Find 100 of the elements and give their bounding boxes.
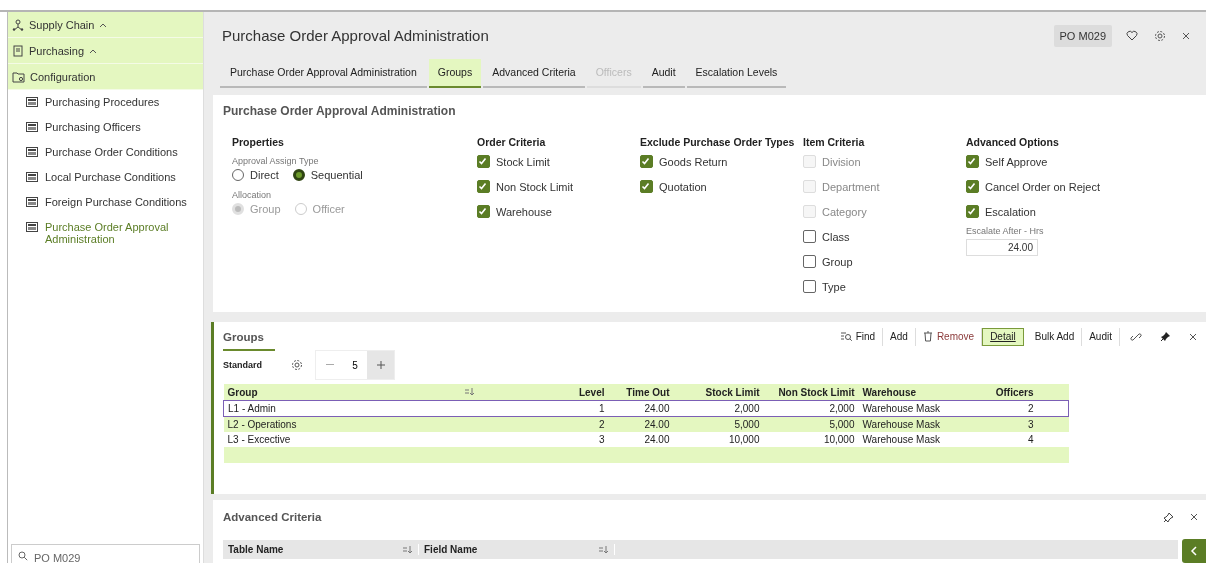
view-tab[interactable]: Standard [223,348,275,378]
check-icon [478,157,487,166]
settings-icon[interactable] [1154,29,1166,42]
panel-title: Groups [223,330,265,343]
heart-icon[interactable] [1126,30,1138,41]
settings-icon[interactable] [291,359,303,371]
toolbar-button[interactable]: Bulk Add [1027,327,1083,346]
sidebar-item[interactable]: Purchase Order Approval Administration [8,215,203,251]
column-header[interactable]: Group [227,386,258,398]
panel-title: Purchase Order Approval Administration [223,103,457,118]
close-icon[interactable] [1182,31,1190,40]
toolbar-button[interactable]: Add [883,327,916,346]
checkbox-label: Escalation [985,205,1036,218]
trash-icon [922,331,933,342]
tab[interactable]: Groups [428,59,482,88]
checkbox[interactable] [640,180,653,193]
network-icon [12,18,24,31]
sidebar-item[interactable]: Purchasing Procedures [8,90,203,115]
window-icon [26,197,38,207]
checkbox-label: Department [822,180,880,193]
find-icon [839,331,852,342]
record-code: PO M029 [1053,24,1112,47]
window-icon [26,222,38,232]
column-header[interactable]: Table Name [228,544,284,555]
checkbox[interactable] [803,280,816,293]
table-cell: L3 - Excective [223,432,479,447]
tab[interactable]: Purchase Order Approval Administration [220,59,427,88]
search-icon [18,551,28,561]
checkbox[interactable] [803,230,816,243]
sort-icon[interactable] [599,545,609,554]
table-cell: 24.00 [608,432,674,447]
window-icon [26,172,38,182]
section-heading: Item Criteria [803,136,866,148]
tab[interactable]: Advanced Criteria [483,59,585,88]
check-icon [478,182,487,191]
pin-icon[interactable] [1160,331,1171,342]
plus-icon [376,361,385,369]
table-cell: 10,000 [673,432,764,447]
checkbox[interactable] [966,155,979,168]
checkbox[interactable] [640,155,653,168]
radio-label: Sequential [310,169,363,181]
sidebar-item[interactable]: Purchase Order Conditions [8,140,203,165]
sidebar-item[interactable]: Purchasing Officers [8,115,203,140]
field-label: Approval Assign Type [232,156,320,166]
radio-button[interactable] [292,169,305,181]
table-cell: 10,000 [763,432,859,447]
table-cell: 1 [478,400,609,417]
check-icon [967,157,976,166]
radio-label: Direct [250,169,279,181]
table-cell: 4 [987,432,1038,447]
section-heading: Properties [232,136,285,148]
search-field[interactable]: PO M029 [11,544,200,563]
checkbox[interactable] [477,155,490,168]
sidebar-section[interactable]: Purchasing [8,38,203,64]
check-icon [967,207,976,216]
section-heading: Exclude Purchase Order Types [640,136,796,148]
toolbar-button[interactable]: Detail [982,327,1024,346]
checkbox[interactable] [966,180,979,193]
sidebar-item[interactable]: Local Purchase Conditions [8,165,203,190]
sort-icon[interactable] [464,388,475,396]
window-icon [26,147,38,157]
radio-label: Officer [312,203,345,215]
close-icon[interactable] [1190,513,1198,521]
checkbox-label: Stock Limit [496,155,550,168]
toolbar-button[interactable]: Find [832,327,884,346]
checkbox-label: Goods Return [659,155,728,168]
tab[interactable]: Escalation Levels [686,59,787,88]
section-heading: Advanced Options [966,136,1060,148]
page-title: Purchase Order Approval Administration [222,27,490,44]
checkbox[interactable] [477,205,490,218]
sort-icon[interactable] [403,545,413,554]
column-header[interactable]: Field Name [424,544,478,555]
check-icon [478,207,487,216]
column-header[interactable]: Level [578,386,605,398]
table-cell: 2,000 [673,400,764,417]
table-cell: Warehouse Mask [858,400,988,417]
checkbox[interactable] [966,205,979,218]
sidebar-section[interactable]: Configuration [8,64,203,90]
table-cell: 24.00 [608,400,674,417]
tab[interactable]: Audit [642,59,685,88]
checkbox-label: Non Stock Limit [496,180,574,193]
close-icon[interactable] [1189,332,1197,341]
check-icon [967,182,976,191]
toolbar-button[interactable]: Audit [1082,327,1120,346]
search-input[interactable]: PO M029 [34,551,184,563]
check-icon [641,182,650,191]
checkbox-label: Warehouse [496,205,552,218]
input-field[interactable]: 24.00 [966,239,1038,256]
collapse-button[interactable] [1182,539,1206,563]
pin-icon[interactable] [1163,511,1174,523]
folder-icon [12,70,25,83]
checkbox-label: Class [822,230,850,243]
checkbox-label: Division [822,155,861,168]
sidebar-item[interactable]: Foreign Purchase Conditions [8,190,203,215]
sidebar-section[interactable]: Supply Chain [8,12,203,38]
checkbox[interactable] [477,180,490,193]
radio-button[interactable] [232,169,244,181]
link-icon[interactable] [1130,330,1142,343]
checkbox-label: Type [822,280,846,293]
checkbox[interactable] [803,255,816,268]
